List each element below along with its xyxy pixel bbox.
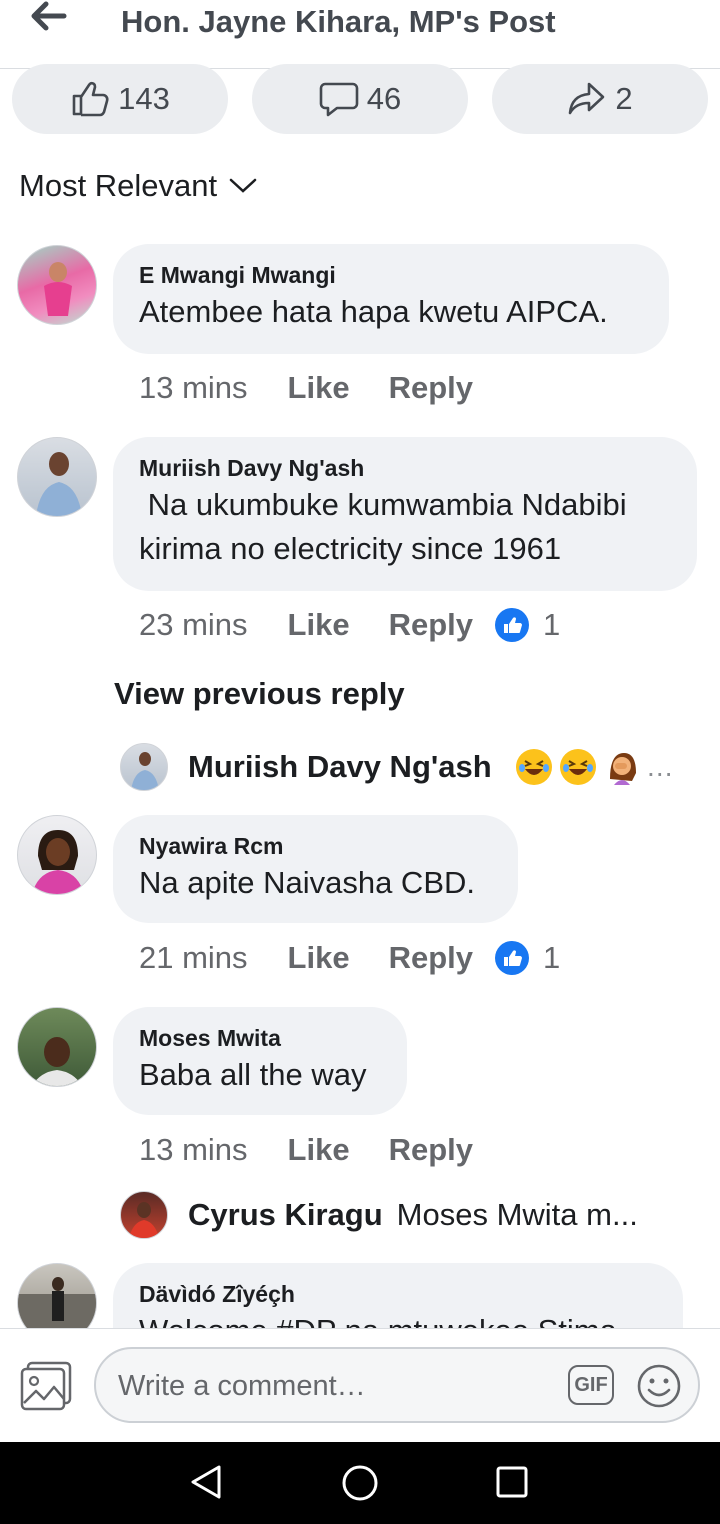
avatar-photo bbox=[32, 830, 84, 894]
back-arrow-icon[interactable] bbox=[28, 0, 68, 34]
comment-input[interactable] bbox=[116, 1365, 550, 1407]
comment-like-link[interactable]: Like bbox=[288, 940, 350, 976]
sort-dropdown[interactable]: Most Relevant bbox=[19, 168, 257, 204]
reply-author: Muriish Davy Ng'ash bbox=[188, 749, 492, 784]
like-button[interactable]: 143 bbox=[12, 64, 228, 134]
photo-icon[interactable] bbox=[20, 1361, 72, 1411]
chevron-down-icon bbox=[229, 178, 257, 193]
nav-recents-icon[interactable] bbox=[494, 1464, 530, 1500]
comment-reply-link[interactable]: Reply bbox=[389, 607, 473, 643]
comment-text: Na apite Naivasha CBD. bbox=[139, 865, 475, 900]
comment-time: 13 mins bbox=[139, 1132, 248, 1167]
comment-time: 23 mins bbox=[139, 607, 248, 642]
comment-bubble[interactable]: Nyawira Rcm Na apite Naivasha CBD. bbox=[113, 815, 518, 923]
avatar[interactable] bbox=[17, 1007, 97, 1087]
comment-author[interactable]: Dävìdó Zîyéçh bbox=[139, 1279, 657, 1309]
reaction-summary[interactable]: 1 bbox=[495, 607, 560, 643]
comment-bubble[interactable]: Muriish Davy Ng'ash Na ukumbuke kumwambi… bbox=[113, 437, 697, 591]
comment-actions: 13 mins Like Reply bbox=[139, 1132, 473, 1168]
reply-preview-more: … bbox=[645, 751, 674, 782]
comment-like-link[interactable]: Like bbox=[288, 370, 350, 406]
comment-time: 13 mins bbox=[139, 370, 248, 405]
comment-author[interactable]: Moses Mwita bbox=[139, 1023, 381, 1053]
avatar[interactable] bbox=[17, 245, 97, 325]
reply-author: Cyrus Kiragu bbox=[188, 1197, 383, 1232]
comment-actions: 23 mins Like Reply 1 bbox=[139, 607, 560, 643]
share-button[interactable]: 2 bbox=[492, 64, 708, 134]
comment-like-link[interactable]: Like bbox=[288, 1132, 350, 1168]
thumbs-up-icon bbox=[72, 81, 109, 117]
nav-back-icon[interactable] bbox=[188, 1464, 224, 1500]
avatar bbox=[120, 1191, 168, 1239]
comment-composer: GIF bbox=[0, 1328, 720, 1423]
view-previous-reply-link[interactable]: View previous reply bbox=[114, 676, 405, 712]
comment-author[interactable]: Muriish Davy Ng'ash bbox=[139, 453, 671, 483]
top-bar: Hon. Jayne Kihara, MP's Post bbox=[0, 0, 720, 69]
comment-text: Na ukumbuke kumwambia Ndabibi kirima no … bbox=[139, 487, 636, 566]
facepalm-emoji-icon bbox=[604, 749, 640, 785]
comment-actions: 13 mins Like Reply bbox=[139, 370, 473, 406]
gif-button[interactable]: GIF bbox=[568, 1365, 614, 1405]
reaction-summary[interactable]: 1 bbox=[495, 940, 560, 976]
sort-label: Most Relevant bbox=[19, 168, 218, 203]
comment-button[interactable]: 46 bbox=[252, 64, 468, 134]
comment-author[interactable]: E Mwangi Mwangi bbox=[139, 260, 643, 290]
comment-reply-link[interactable]: Reply bbox=[389, 1132, 473, 1168]
avatar bbox=[120, 743, 168, 791]
comment-text: Atembee hata hapa kwetu AIPCA. bbox=[139, 294, 608, 329]
comment-actions: 21 mins Like Reply 1 bbox=[139, 940, 560, 976]
laughing-emoji-icon bbox=[559, 749, 596, 785]
comment-reply-link[interactable]: Reply bbox=[389, 370, 473, 406]
comment-time: 21 mins bbox=[139, 940, 248, 975]
emoji-group: … bbox=[508, 749, 674, 785]
like-reaction-icon bbox=[495, 608, 529, 642]
page-title: Hon. Jayne Kihara, MP's Post bbox=[121, 4, 556, 39]
laughing-emoji-icon bbox=[515, 749, 552, 785]
comment-like-link[interactable]: Like bbox=[288, 607, 350, 643]
like-count: 143 bbox=[118, 81, 170, 116]
reply-preview[interactable]: Muriish Davy Ng'ash … bbox=[120, 743, 674, 791]
like-reaction-icon bbox=[495, 941, 529, 975]
comment-input-box[interactable]: GIF bbox=[94, 1347, 700, 1423]
avatar-photo bbox=[32, 1037, 82, 1086]
comment-bubble[interactable]: Moses Mwita Baba all the way bbox=[113, 1007, 407, 1115]
avatar-photo bbox=[44, 262, 72, 316]
comment-author[interactable]: Nyawira Rcm bbox=[139, 831, 492, 861]
comment-count: 46 bbox=[366, 81, 402, 116]
share-count: 2 bbox=[615, 81, 633, 116]
share-icon bbox=[569, 82, 605, 115]
reply-text: Moses Mwita m... bbox=[396, 1197, 638, 1232]
reaction-count: 1 bbox=[543, 607, 561, 642]
reply-preview[interactable]: Cyrus Kiragu Moses Mwita m... bbox=[120, 1191, 638, 1239]
system-nav-bar bbox=[0, 1442, 720, 1524]
reaction-count: 1 bbox=[543, 940, 561, 975]
comment-reply-link[interactable]: Reply bbox=[389, 940, 473, 976]
comment-bubble[interactable]: E Mwangi Mwangi Atembee hata hapa kwetu … bbox=[113, 244, 669, 354]
nav-home-icon[interactable] bbox=[341, 1464, 379, 1502]
emoji-icon[interactable] bbox=[636, 1363, 682, 1409]
comment-text: Baba all the way bbox=[139, 1057, 367, 1092]
avatar-photo bbox=[36, 452, 82, 516]
comment-icon bbox=[319, 82, 359, 117]
avatar[interactable] bbox=[17, 815, 97, 895]
avatar[interactable] bbox=[17, 437, 97, 517]
